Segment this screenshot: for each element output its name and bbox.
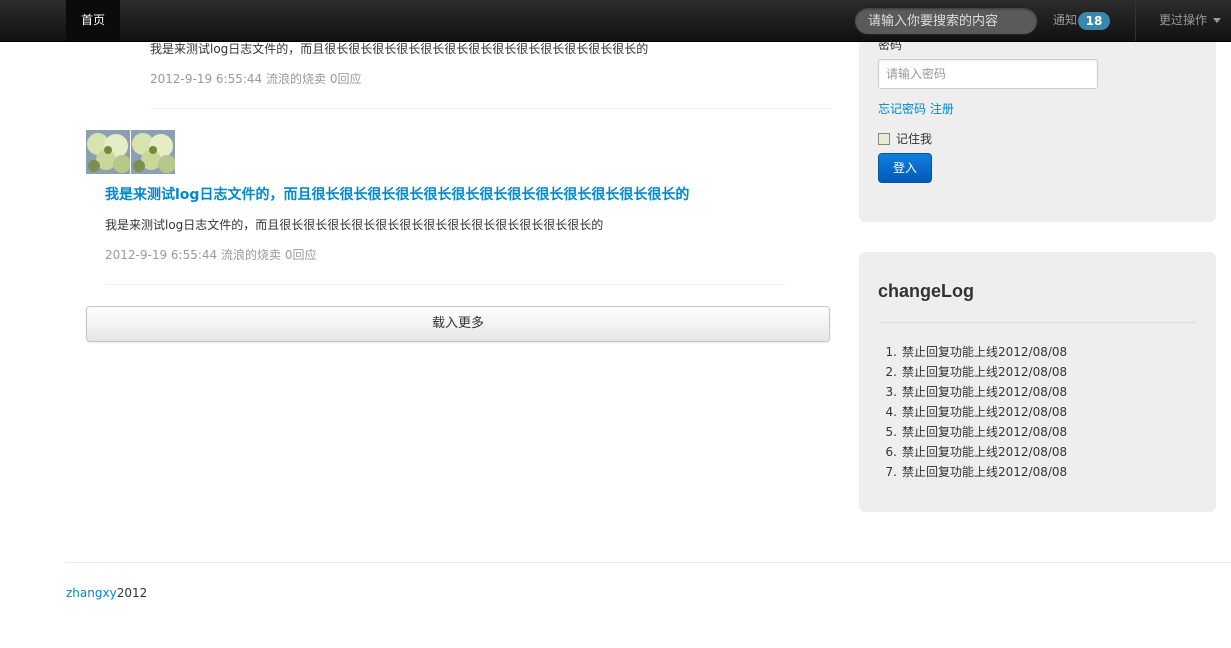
forgot-password-link[interactable]: 忘记密码 [878, 102, 926, 116]
chevron-down-icon[interactable] [1213, 18, 1221, 23]
post-description: 我是来测试log日志文件的，而且很长很长很长很长很长很长很长很长很长很长很长很长… [150, 42, 649, 56]
register-link[interactable]: 注册 [930, 102, 954, 116]
login-button[interactable]: 登入 [878, 153, 932, 183]
post-date: 2012-9-19 6:55:44 [105, 248, 218, 262]
footer-year: 2012 [116, 586, 148, 600]
search-input[interactable] [854, 7, 1038, 35]
load-more-button[interactable]: 载入更多 [86, 306, 830, 342]
password-field[interactable] [878, 59, 1098, 89]
notification-link[interactable]: 通知 [1053, 0, 1077, 41]
changelog-item-text: 禁止回复功能上线2012/08/08 [902, 405, 1068, 419]
changelog-item: 6. 禁止回复功能上线2012/08/08 [878, 444, 1068, 464]
post-meta: 2012-9-19 6:55:44 流浪的烧卖 0回应 [150, 70, 362, 87]
changelog-item-text: 禁止回复功能上线2012/08/08 [902, 365, 1068, 379]
changelog-item-text: 禁止回复功能上线2012/08/08 [902, 465, 1068, 479]
changelog-item-number: 3. [885, 385, 897, 399]
post-author-link[interactable]: 流浪的烧卖 [266, 72, 326, 86]
changelog-item-number: 7. [885, 465, 897, 479]
post-divider [105, 284, 785, 285]
post-meta: 2012-9-19 6:55:44 流浪的烧卖 0回应 [105, 246, 317, 263]
post-description: 我是来测试log日志文件的，而且很长很长很长很长很长很长很长很长很长很长很长很长… [105, 218, 604, 232]
changelog-item-text: 禁止回复功能上线2012/08/08 [902, 345, 1068, 359]
changelog-item: 4. 禁止回复功能上线2012/08/08 [878, 404, 1068, 424]
changelog-divider [878, 322, 1196, 323]
changelog-item: 3. 禁止回复功能上线2012/08/08 [878, 384, 1068, 404]
remember-me-checkbox[interactable] [878, 133, 890, 145]
changelog-item-number: 5. [885, 425, 897, 439]
top-navbar: 首页 通知 18 更过操作 [0, 0, 1231, 42]
nav-divider [1135, 0, 1136, 41]
changelog-item-text: 禁止回复功能上线2012/08/08 [902, 425, 1068, 439]
post-replies-link[interactable]: 0回应 [285, 248, 317, 262]
post-date: 2012-9-19 6:55:44 [150, 72, 263, 86]
more-operations-dropdown[interactable]: 更过操作 [1159, 0, 1207, 41]
account-links: 忘记密码 注册 [878, 100, 954, 117]
post-divider [150, 108, 830, 109]
changelog-item-text: 禁止回复功能上线2012/08/08 [902, 445, 1068, 459]
changelog-title: changeLog [878, 281, 975, 301]
changelog-item-number: 4. [885, 405, 897, 419]
changelog-item: 7. 禁止回复功能上线2012/08/08 [878, 464, 1068, 484]
post-image-thumbnail[interactable] [86, 130, 130, 174]
post-author-link[interactable]: 流浪的烧卖 [221, 248, 281, 262]
changelog-item-number: 1. [885, 345, 897, 359]
footer-author-link[interactable]: zhangxy [66, 586, 117, 600]
post-replies-link[interactable]: 0回应 [330, 72, 362, 86]
changelog-item-number: 6. [885, 445, 897, 459]
footer-divider [66, 562, 1231, 563]
remember-me[interactable]: 记住我 [878, 130, 932, 147]
changelog-item-text: 禁止回复功能上线2012/08/08 [902, 385, 1068, 399]
remember-me-label: 记住我 [896, 132, 933, 146]
changelog-item: 5. 禁止回复功能上线2012/08/08 [878, 424, 1068, 444]
notification-count-badge[interactable]: 18 [1078, 12, 1110, 30]
changelog-item-number: 2. [885, 365, 897, 379]
changelog-list: 1. 禁止回复功能上线2012/08/08 2. 禁止回复功能上线2012/08/0… [878, 344, 1068, 484]
footer: zhangxy2012 [66, 586, 147, 600]
post-image-thumbnail[interactable] [131, 130, 175, 174]
post-title-link[interactable]: 我是来测试log日志文件的，而且很长很长很长很长很长很长很长很长很长很长很长很长… [105, 184, 689, 204]
nav-home-link[interactable]: 首页 [66, 0, 120, 41]
changelog-item: 2. 禁止回复功能上线2012/08/08 [878, 364, 1068, 384]
changelog-item: 1. 禁止回复功能上线2012/08/08 [878, 344, 1068, 364]
login-panel [859, 20, 1216, 222]
